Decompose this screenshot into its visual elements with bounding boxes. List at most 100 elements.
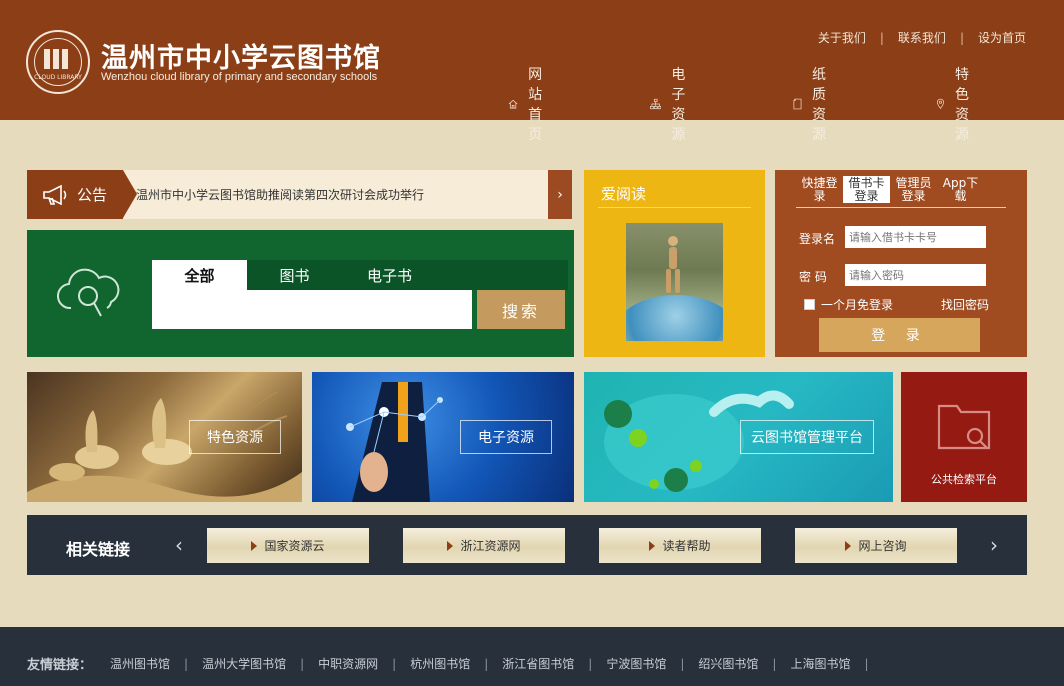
location-pin-icon — [937, 98, 944, 110]
library-logo[interactable]: CLOUD LIBRARY — [26, 30, 90, 94]
footer-link[interactable]: 浙江省图书馆 — [502, 655, 574, 672]
tile-electronic-label: 电子资源 — [460, 420, 552, 454]
separator: | — [864, 656, 869, 671]
login-tabs: 快捷登录 借书卡登录 管理员登录 App下载 — [796, 176, 1006, 208]
triangle-icon — [447, 540, 454, 551]
login-button[interactable]: 登 录 — [819, 318, 980, 352]
nav-home-label: 网站首页 — [528, 67, 543, 143]
link-reader-help[interactable]: 读者帮助 — [599, 528, 761, 563]
nav-special-label: 特色资源 — [954, 67, 969, 143]
footer-link[interactable]: 绍兴图书馆 — [698, 655, 758, 672]
nav-home[interactable]: 网站首页 — [508, 64, 554, 144]
set-homepage-link[interactable]: 设为首页 — [978, 29, 1026, 46]
document-icon — [793, 98, 802, 110]
reading-figure-image[interactable] — [626, 223, 723, 341]
footer-link[interactable]: 上海图书馆 — [790, 655, 850, 672]
remember-label: 一个月免登录 — [821, 298, 894, 312]
cloud-search-icon — [57, 268, 120, 317]
tile-special-resources[interactable]: 特色资源 — [27, 372, 302, 502]
search-panel: 全部 图书 电子书 搜索 — [27, 230, 574, 357]
site-subtitle: Wenzhou cloud library of primary and sec… — [101, 71, 378, 83]
tile-electronic-resources[interactable]: 电子资源 — [312, 372, 574, 502]
footer-link[interactable]: 中职资源网 — [318, 655, 378, 672]
site-title: 温州市中小学云图书馆 — [101, 43, 381, 74]
separator: | — [879, 30, 884, 45]
search-tabs: 全部 图书 电子书 — [152, 260, 568, 290]
triangle-icon — [845, 540, 852, 551]
notice-label-text: 公告 — [77, 186, 108, 204]
link-label: 读者帮助 — [662, 539, 711, 553]
tile-special-label: 特色资源 — [189, 420, 281, 454]
nav-paper-resources[interactable]: 纸质资源 — [793, 64, 837, 144]
separator: | — [772, 656, 777, 671]
related-links-title: 相关链接 — [66, 540, 131, 559]
notice-label: 公告 — [27, 170, 137, 219]
contact-us-link[interactable]: 联系我们 — [898, 29, 946, 46]
folder-search-icon — [937, 404, 991, 450]
wooden-figure — [666, 236, 680, 293]
separator: | — [392, 656, 397, 671]
notice-next-button[interactable]: › — [548, 170, 572, 219]
divider — [598, 207, 751, 208]
search-button[interactable]: 搜索 — [477, 290, 565, 329]
username-input[interactable] — [845, 226, 986, 248]
separator: | — [680, 656, 685, 671]
password-label: 密 码 — [799, 270, 827, 284]
triangle-icon — [251, 540, 258, 551]
tab-quick-login[interactable]: 快捷登录 — [796, 176, 843, 207]
remember-checkbox[interactable] — [804, 299, 815, 310]
related-links-bar: 相关链接 ‹ 国家资源云 浙江资源网 读者帮助 网上咨询 › — [27, 515, 1027, 575]
triangle-icon — [649, 540, 656, 551]
separator: | — [300, 656, 305, 671]
remember-login[interactable]: 一个月免登录 — [804, 296, 893, 313]
footer-link[interactable]: 宁波图书馆 — [606, 655, 666, 672]
separator: | — [484, 656, 489, 671]
network-icon — [650, 98, 662, 110]
tab-card-login[interactable]: 借书卡登录 — [843, 176, 890, 203]
friendly-links-title: 友情链接： — [27, 658, 93, 673]
megaphone-icon — [43, 184, 67, 205]
link-national-resource-cloud[interactable]: 国家资源云 — [207, 528, 369, 563]
tile-public-search[interactable]: 公共检索平台 — [901, 372, 1027, 502]
tab-all[interactable]: 全部 — [152, 260, 247, 290]
logo-text: CLOUD LIBRARY — [34, 74, 82, 81]
search-input[interactable] — [152, 290, 472, 329]
notice-bar: 公告 温州市中小学云图书馆助推阅读第四次研讨会成功举行 › — [27, 170, 572, 219]
link-label: 浙江资源网 — [460, 539, 521, 553]
tile-cloud-label: 云图书馆管理平台 — [740, 420, 874, 454]
nav-special-resources[interactable]: 特色资源 — [936, 64, 980, 144]
tile-cloud-platform[interactable]: 云图书馆管理平台 — [584, 372, 893, 502]
tab-admin-login[interactable]: 管理员登录 — [890, 176, 937, 207]
separator: | — [588, 656, 593, 671]
footer-link[interactable]: 温州图书馆 — [110, 655, 170, 672]
find-password-link[interactable]: 找回密码 — [941, 296, 989, 313]
nav-electronic-label: 电子资源 — [671, 67, 686, 143]
love-reading-panel[interactable]: 爱阅读 — [584, 170, 765, 357]
link-label: 国家资源云 — [264, 539, 325, 553]
friendly-links: 友情链接： 温州图书馆 | 温州大学图书馆 | 中职资源网 | 杭州图书馆 | 浙江省图… — [27, 654, 883, 674]
footer: 友情链接： 温州图书馆 | 温州大学图书馆 | 中职资源网 | 杭州图书馆 | 浙江省图… — [0, 627, 1064, 686]
footer-link[interactable]: 杭州图书馆 — [410, 655, 470, 672]
links-next-arrow[interactable]: › — [990, 533, 998, 557]
tab-books[interactable]: 图书 — [247, 260, 342, 290]
home-icon — [508, 99, 518, 109]
tile-public-label: 公共检索平台 — [931, 473, 997, 486]
link-online-consult[interactable]: 网上咨询 — [795, 528, 957, 563]
login-panel: 快捷登录 借书卡登录 管理员登录 App下载 登录名 密 码 一个月免登录 找回… — [775, 170, 1027, 357]
tab-app-download[interactable]: App下载 — [937, 176, 984, 207]
tab-ebooks[interactable]: 电子书 — [342, 260, 437, 290]
link-label: 网上咨询 — [858, 539, 907, 553]
top-links: 关于我们 | 联系我们 | 设为首页 — [818, 29, 1026, 46]
footer-link[interactable]: 温州大学图书馆 — [202, 655, 286, 672]
books-icon — [44, 49, 72, 69]
about-us-link[interactable]: 关于我们 — [818, 29, 866, 46]
nav-electronic-resources[interactable]: 电子资源 — [650, 64, 698, 144]
love-reading-title: 爱阅读 — [601, 185, 647, 203]
notice-headline[interactable]: 温州市中小学云图书馆助推阅读第四次研讨会成功举行 — [136, 186, 424, 203]
link-zhejiang-resource-network[interactable]: 浙江资源网 — [403, 528, 565, 563]
username-label: 登录名 — [799, 232, 836, 246]
links-prev-arrow[interactable]: ‹ — [175, 533, 183, 557]
password-input[interactable] — [845, 264, 986, 286]
site-header: CLOUD LIBRARY 温州市中小学云图书馆 Wenzhou cloud l… — [0, 0, 1064, 143]
nav-paper-label: 纸质资源 — [811, 67, 826, 143]
